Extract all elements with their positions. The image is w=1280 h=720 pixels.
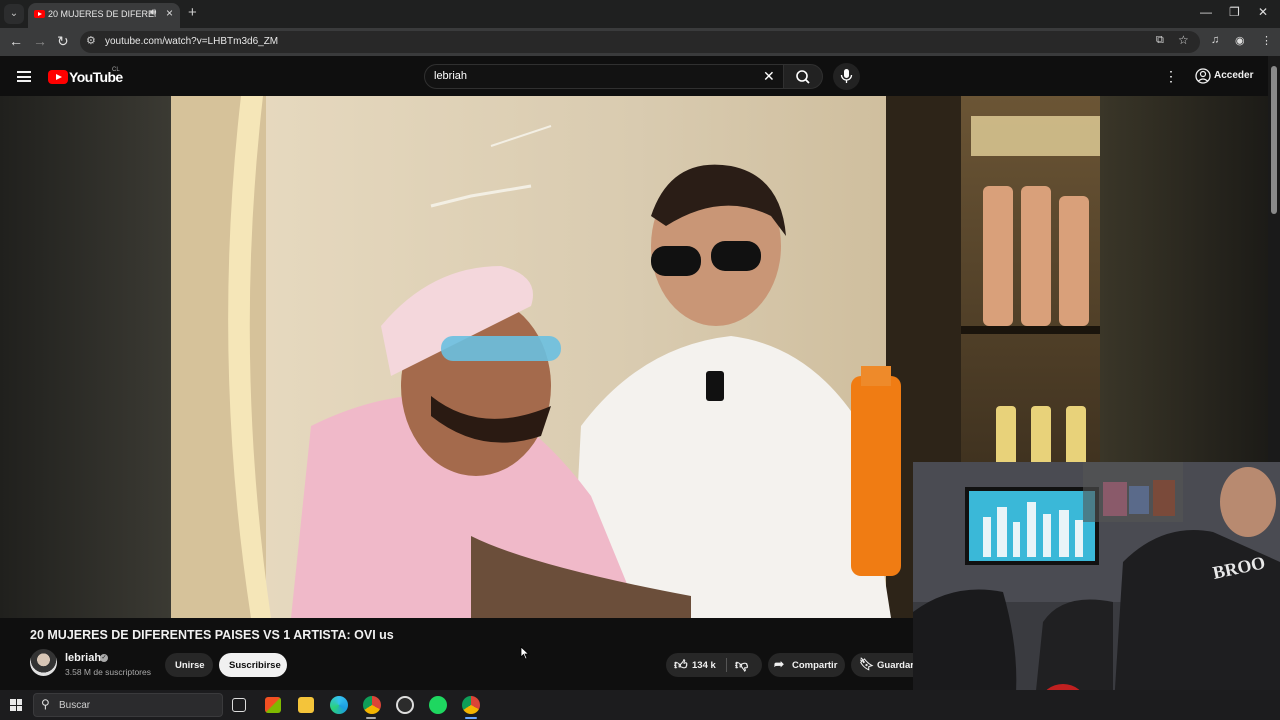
microphone-icon bbox=[840, 69, 853, 83]
bookmark-icon: 🔖︎ bbox=[859, 657, 875, 671]
thumbs-up-icon[interactable]: 👍︎ bbox=[674, 657, 688, 673]
subscribe-button[interactable]: Suscribirse bbox=[219, 653, 287, 677]
browser-tab-strip: ⌄ 20 MUJERES DE DIFERENTE 🔊︎ × + — ❐ ✕ bbox=[0, 0, 1280, 28]
mouse-cursor-icon bbox=[520, 646, 530, 660]
tab-search-icon[interactable]: ⌄ bbox=[4, 4, 24, 24]
verified-badge-icon: ✓ bbox=[100, 654, 108, 662]
menu-icon[interactable]: ⋮ bbox=[1261, 34, 1272, 47]
more-options-icon[interactable]: ⋮ bbox=[1164, 68, 1178, 85]
close-tab-icon[interactable]: × bbox=[166, 6, 173, 20]
browser-tab[interactable]: 20 MUJERES DE DIFERENTE 🔊︎ × bbox=[28, 3, 180, 28]
install-icon[interactable]: ⧉ bbox=[1156, 34, 1164, 47]
youtube-header: YouTube CL ✕ ⋮ Acceder bbox=[0, 56, 1268, 96]
search-icon: ⚲ bbox=[41, 697, 50, 711]
search-box[interactable]: ✕ bbox=[424, 64, 784, 89]
windows-start-icon[interactable] bbox=[10, 699, 22, 711]
bookmark-star-icon[interactable]: ☆ bbox=[1178, 33, 1189, 47]
video-title: 20 MUJERES DE DIFERENTES PAISES VS 1 ART… bbox=[30, 628, 394, 642]
media-icon[interactable]: ♫ bbox=[1211, 34, 1219, 46]
file-explorer-icon[interactable] bbox=[298, 697, 314, 713]
scrollbar-thumb[interactable] bbox=[1271, 66, 1277, 214]
thumbs-down-icon[interactable]: 👎︎ bbox=[735, 657, 748, 673]
active-indicator bbox=[465, 717, 477, 719]
search-icon bbox=[796, 70, 810, 84]
chrome-icon[interactable] bbox=[363, 696, 381, 714]
youtube-favicon-icon bbox=[34, 10, 45, 18]
channel-name[interactable]: lebriah bbox=[65, 652, 101, 664]
spotify-icon[interactable] bbox=[429, 696, 447, 714]
obs-icon[interactable] bbox=[396, 696, 414, 714]
site-info-icon[interactable]: ⚙︎ bbox=[86, 34, 96, 47]
browser-toolbar: ← → ↻ ⚙︎ youtube.com/watch?v=LHBTm3d6_ZM… bbox=[0, 28, 1280, 56]
profile-icon[interactable]: ◉ bbox=[1235, 34, 1245, 47]
search-button[interactable] bbox=[783, 64, 823, 89]
close-window-icon[interactable]: ✕ bbox=[1258, 5, 1268, 19]
webcam-overlay: BROO bbox=[913, 462, 1280, 720]
webcam-scene-image: BROO bbox=[913, 462, 1280, 720]
like-dislike-group: 👍︎ 134 k 👎︎ bbox=[666, 653, 762, 677]
minimize-icon[interactable]: — bbox=[1200, 5, 1212, 19]
search-input[interactable] bbox=[434, 70, 734, 82]
like-count[interactable]: 134 k bbox=[692, 660, 716, 671]
hamburger-menu-icon[interactable] bbox=[17, 71, 31, 82]
account-icon bbox=[1195, 68, 1211, 84]
task-view-icon[interactable] bbox=[232, 698, 246, 712]
chrome-active-icon[interactable] bbox=[462, 696, 480, 714]
url-text[interactable]: youtube.com/watch?v=LHBTm3d6_ZM bbox=[105, 36, 278, 47]
divider bbox=[726, 658, 727, 672]
address-bar[interactable]: ⚙︎ youtube.com/watch?v=LHBTm3d6_ZM ⧉ ☆ bbox=[80, 31, 1200, 53]
ambient-glow-left bbox=[0, 96, 171, 618]
back-icon[interactable]: ← bbox=[9, 33, 23, 49]
save-button[interactable]: 🔖︎ Guardar bbox=[851, 653, 914, 677]
running-indicator bbox=[366, 717, 376, 719]
voice-search-button[interactable] bbox=[833, 63, 860, 90]
sign-in-button[interactable]: Acceder bbox=[1190, 65, 1256, 87]
forward-icon[interactable]: → bbox=[33, 33, 47, 49]
clear-search-icon[interactable]: ✕ bbox=[763, 68, 775, 85]
youtube-logo[interactable]: YouTube CL bbox=[48, 67, 128, 85]
new-tab-icon[interactable]: + bbox=[188, 4, 197, 21]
restore-icon[interactable]: ❐ bbox=[1229, 5, 1240, 19]
reload-icon[interactable]: ↻ bbox=[57, 33, 69, 50]
subscriber-count: 3.58 M de suscriptores bbox=[65, 667, 151, 677]
edge-icon[interactable] bbox=[330, 696, 348, 714]
speaker-icon[interactable]: 🔊︎ bbox=[150, 7, 156, 18]
taskbar-search[interactable]: ⚲ Buscar bbox=[33, 693, 223, 717]
microsoft-store-icon[interactable] bbox=[265, 697, 281, 713]
share-arrow-icon: ➦ bbox=[774, 657, 785, 671]
channel-avatar[interactable] bbox=[30, 649, 57, 676]
windows-taskbar: ⚲ Buscar bbox=[0, 690, 1280, 720]
youtube-play-icon bbox=[48, 70, 68, 84]
tab-title: 20 MUJERES DE DIFERENTE bbox=[48, 9, 156, 19]
join-button[interactable]: Unirse bbox=[165, 653, 213, 677]
share-button[interactable]: ➦ Compartir bbox=[768, 653, 845, 677]
